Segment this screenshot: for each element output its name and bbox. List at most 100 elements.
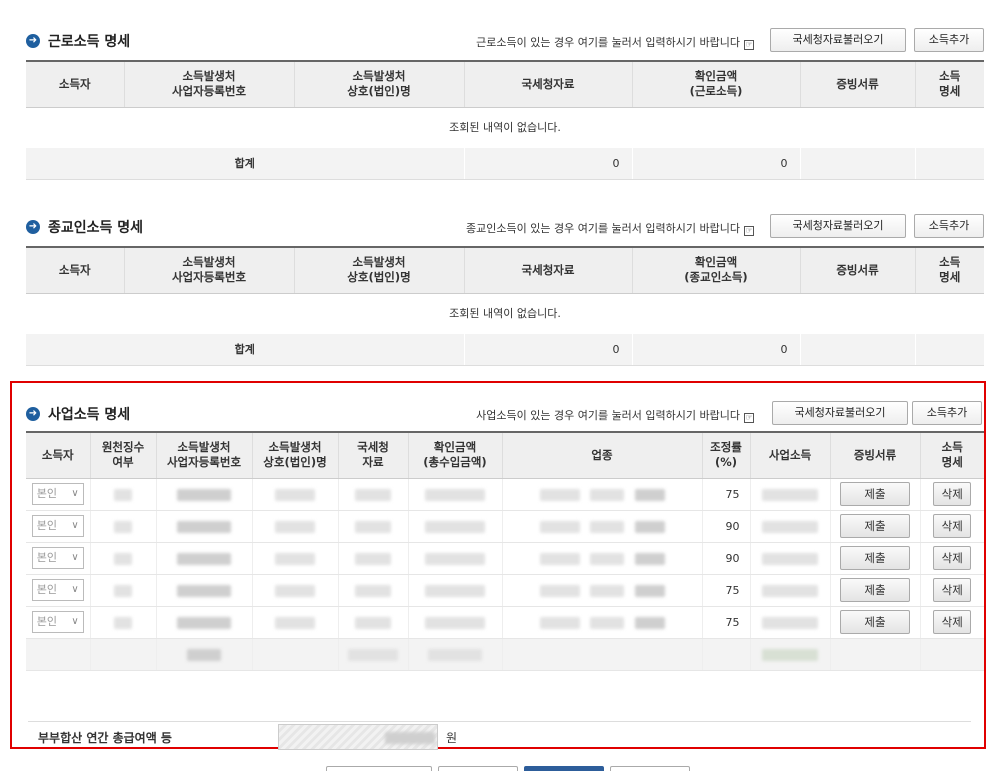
earner-select[interactable]: 본인 ∨	[31, 547, 84, 569]
redacted-value	[634, 552, 665, 565]
redacted-value	[425, 552, 485, 565]
chevron-down-icon: ∨	[71, 520, 79, 531]
religious-income-title: ➜ 종교인소득 명세	[26, 217, 143, 237]
submit-evidence-button[interactable]: 제출	[840, 482, 910, 506]
religious-load-nts-button[interactable]: 국세청자료불러오기	[770, 214, 906, 238]
industry-cell	[501, 510, 702, 543]
delete-row-button[interactable]: 삭제	[933, 514, 972, 538]
business-income-cell	[749, 606, 830, 639]
delete-row-button[interactable]: 삭제	[933, 578, 972, 602]
redacted-value	[177, 520, 231, 533]
religious-add-income-button[interactable]: 소득추가	[914, 214, 984, 238]
delete-row-button[interactable]: 삭제	[933, 610, 972, 634]
arrow-right-circle-icon: ➜	[26, 407, 40, 421]
religious-income-hint-text[interactable]: 종교인소득이 있는 경우 여기를 눌러서 입력하시기 바랍니다	[466, 222, 740, 235]
table-row: 본인 ∨ 90 제출 삭제	[26, 510, 984, 543]
evidence-cell: 제출	[829, 510, 920, 543]
company-name-cell	[251, 478, 338, 511]
labor-add-income-button[interactable]: 소득추가	[914, 28, 984, 52]
business-income-cell	[749, 574, 830, 607]
delete-cell: 삭제	[919, 510, 984, 543]
col-evidence: 증빙서류	[799, 60, 915, 108]
labor-income-hint-text[interactable]: 근로소득이 있는 경우 여기를 눌러서 입력하시기 바랍니다	[476, 36, 740, 49]
labor-load-nts-button[interactable]: 국세청자료불러오기	[770, 28, 906, 52]
submit-evidence-button[interactable]: 제출	[840, 546, 910, 570]
table-header-row: 소득자 원천징수 여부 소득발생처 사업자등록번호 소득발생처 상호(법인)명 국세청…	[26, 431, 984, 479]
business-income-hint-text[interactable]: 사업소득이 있는 경우 여기를 눌러서 입력하시기 바랍니다	[476, 409, 740, 422]
business-income-table: 소득자 원천징수 여부 소득발생처 사업자등록번호 소득발생처 상호(법인)명 국세청…	[26, 431, 984, 671]
table-row: 본인 ∨ 75 제출 삭제	[26, 478, 984, 511]
earner-select[interactable]: 본인 ∨	[31, 515, 84, 537]
business-income-section: ➜ 사업소득 명세 사업소득이 있는 경우 여기를 눌러서 입력하시기 바랍니다…	[26, 401, 984, 427]
nts-data-cell	[337, 574, 408, 607]
business-income-highlight-frame: ➜ 사업소득 명세 사업소득이 있는 경우 여기를 눌러서 입력하시기 바랍니다…	[10, 381, 986, 751]
earner-cell: 본인 ∨	[26, 510, 90, 543]
redacted-value	[177, 488, 231, 501]
col-income-detail: 소득 명세	[914, 246, 984, 294]
col-earner: 소득자	[26, 60, 124, 108]
table-row: 본인 ∨ 90 제출 삭제	[26, 542, 984, 575]
earner-select[interactable]: 본인 ∨	[31, 483, 84, 505]
empty-row: 조회된 내역이 없습니다.	[26, 293, 984, 334]
religious-income-hint-link[interactable]: 종교인소득이 있는 경우 여기를 눌러서 입력하시기 바랍니다 ☞	[466, 220, 754, 236]
redacted-value	[634, 616, 665, 629]
col-evidence: 증빙서류	[829, 431, 920, 479]
col-nts-data: 국세청자료	[337, 431, 408, 479]
redacted-value	[275, 520, 315, 533]
redacted-value	[275, 584, 315, 597]
submit-evidence-button[interactable]: 제출	[840, 514, 910, 538]
col-confirmed-amount: 확인금액 (근로소득)	[631, 60, 800, 108]
submit-evidence-button[interactable]: 제출	[840, 610, 910, 634]
withholding-cell	[89, 510, 156, 543]
spouse-total-salary-unit: 원	[446, 731, 458, 745]
redacted-value	[355, 584, 391, 597]
religious-income-title-text: 종교인소득 명세	[48, 220, 144, 236]
business-income-cell	[749, 542, 830, 575]
religious-income-table: 소득자 소득발생처 사업자등록번호 소득발생처 상호(법인)명 국세청자료 확인금액…	[26, 246, 984, 366]
delete-row-button[interactable]: 삭제	[933, 546, 972, 570]
redacted-value	[590, 488, 624, 501]
redacted-value	[177, 552, 231, 565]
biz-reg-no-cell	[155, 606, 252, 639]
sum-cell	[407, 638, 502, 671]
earner-select[interactable]: 본인 ∨	[31, 611, 84, 633]
sum-row: 합계 0 0	[26, 147, 984, 180]
business-add-income-button[interactable]: 소득추가	[912, 401, 982, 425]
biz-reg-no-cell	[155, 478, 252, 511]
earner-select[interactable]: 본인 ∨	[31, 579, 84, 601]
labor-income-hint-link[interactable]: 근로소득이 있는 경우 여기를 눌러서 입력하시기 바랍니다 ☞	[476, 34, 754, 50]
earner-select-value: 본인	[36, 583, 57, 596]
biz-reg-no-cell	[155, 574, 252, 607]
col-business-income: 사업소득	[749, 431, 830, 479]
delete-row-button[interactable]: 삭제	[933, 482, 972, 506]
company-name-cell	[251, 542, 338, 575]
industry-cell	[501, 542, 702, 575]
redacted-value	[385, 732, 435, 744]
sum-cell	[701, 638, 750, 671]
spouse-total-salary-input[interactable]	[278, 724, 438, 750]
redacted-value	[762, 552, 818, 565]
col-nts-data: 국세청자료	[463, 60, 632, 108]
evidence-cell: 제출	[829, 542, 920, 575]
bottom-primary-button[interactable]	[524, 766, 604, 771]
submit-evidence-button[interactable]: 제출	[840, 578, 910, 602]
withholding-cell	[89, 606, 156, 639]
business-income-hint-link[interactable]: 사업소득이 있는 경우 여기를 눌러서 입력하시기 바랍니다 ☞	[476, 407, 754, 423]
bottom-button[interactable]	[610, 766, 690, 771]
empty-row: 조회된 내역이 없습니다.	[26, 107, 984, 148]
labor-income-title: ➜ 근로소득 명세	[26, 31, 130, 51]
redacted-value	[114, 616, 132, 629]
redacted-value	[187, 648, 221, 661]
earner-cell: 본인 ∨	[26, 542, 90, 575]
confirmed-amount-cell	[407, 574, 502, 607]
sum-cell	[251, 638, 338, 671]
business-load-nts-button[interactable]: 국세청자료불러오기	[772, 401, 908, 425]
bottom-button[interactable]	[438, 766, 518, 771]
redacted-value	[275, 552, 315, 565]
spouse-total-salary-row: 부부합산 연간 총급여액 등 원	[28, 721, 971, 751]
company-name-cell	[251, 574, 338, 607]
nts-data-cell	[337, 510, 408, 543]
industry-cell	[501, 574, 702, 607]
col-nts-data: 국세청자료	[463, 246, 632, 294]
bottom-button[interactable]	[326, 766, 432, 771]
